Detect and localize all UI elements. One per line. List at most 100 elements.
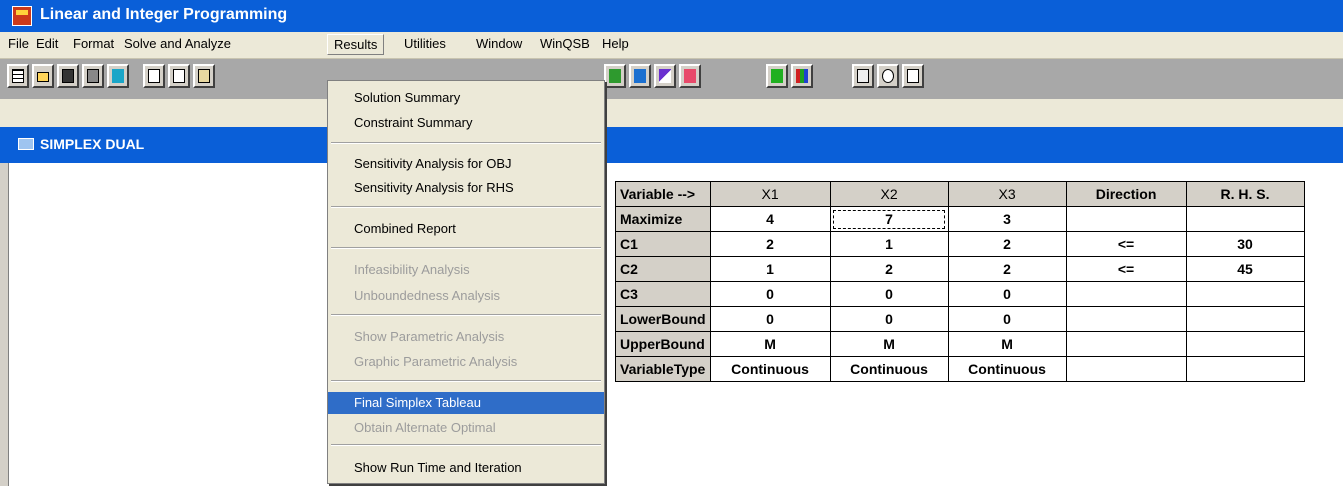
cell[interactable]: 0: [947, 306, 1067, 332]
row-label: VariableType: [615, 356, 711, 382]
window-titlebar: Linear and Integer Programming: [0, 0, 1343, 32]
subwindow-titlebar: SIMPLEX DUAL: [0, 127, 1343, 163]
cell[interactable]: 2: [829, 256, 949, 282]
menu-item-sensitivity-rhs[interactable]: Sensitivity Analysis for RHS: [328, 177, 604, 199]
menubar: File Edit Format Solve and Analyze Resul…: [0, 32, 1343, 59]
menu-winqsb[interactable]: WinQSB: [540, 36, 590, 51]
menu-window[interactable]: Window: [476, 36, 522, 51]
cell[interactable]: 0: [829, 281, 949, 307]
app-icon: [12, 6, 32, 26]
menu-item-unboundedness-analysis[interactable]: Unboundedness Analysis: [328, 285, 604, 307]
cell[interactable]: [1185, 206, 1305, 232]
cell[interactable]: 1: [709, 256, 831, 282]
cell[interactable]: 0: [709, 281, 831, 307]
bar-icon[interactable]: [629, 64, 651, 88]
menu-item-obtain-alternate-optimal[interactable]: Obtain Alternate Optimal: [328, 417, 604, 439]
menu-item-solution-summary[interactable]: Solution Summary: [328, 87, 604, 109]
cell[interactable]: [1065, 306, 1187, 332]
cell[interactable]: 45: [1185, 256, 1305, 282]
cell[interactable]: [1065, 356, 1187, 382]
range-icon[interactable]: [679, 64, 701, 88]
header-rhs: R. H. S.: [1185, 181, 1305, 207]
menu-separator: [331, 206, 601, 208]
menu-separator: [331, 314, 601, 316]
row-label: Maximize: [615, 206, 711, 232]
cell[interactable]: Continuous: [947, 356, 1067, 382]
cell[interactable]: <=: [1065, 256, 1187, 282]
bars-icon[interactable]: [766, 64, 788, 88]
cell[interactable]: M: [829, 331, 949, 357]
cell[interactable]: <=: [1065, 231, 1187, 257]
header-x1: X1: [709, 181, 831, 207]
row-label: C1: [615, 231, 711, 257]
cut-icon[interactable]: [143, 64, 165, 88]
cell[interactable]: 3: [947, 206, 1067, 232]
paste-icon[interactable]: [193, 64, 215, 88]
subwindow-left-border: [0, 163, 9, 486]
window-title: Linear and Integer Programming: [40, 6, 288, 23]
menu-item-infeasibility-analysis[interactable]: Infeasibility Analysis: [328, 259, 604, 281]
cell[interactable]: [1065, 331, 1187, 357]
cell[interactable]: 30: [1185, 231, 1305, 257]
print-icon[interactable]: [82, 64, 104, 88]
menu-file[interactable]: File: [8, 36, 29, 51]
clock-icon[interactable]: [877, 64, 899, 88]
row-label: C3: [615, 281, 711, 307]
cell[interactable]: Continuous: [709, 356, 831, 382]
header-x2: X2: [829, 181, 949, 207]
cell[interactable]: 2: [947, 231, 1067, 257]
cell[interactable]: Continuous: [829, 356, 949, 382]
exit-icon[interactable]: [107, 64, 129, 88]
cell[interactable]: [1185, 331, 1305, 357]
cell[interactable]: [1185, 281, 1305, 307]
cell[interactable]: [1065, 206, 1187, 232]
cell[interactable]: 2: [947, 256, 1067, 282]
cell[interactable]: 4: [709, 206, 831, 232]
cell[interactable]: 0: [709, 306, 831, 332]
help-icon[interactable]: [902, 64, 924, 88]
table-row: Maximize 4 7 3: [615, 206, 1305, 232]
histogram-icon[interactable]: [791, 64, 813, 88]
cell[interactable]: 0: [947, 281, 1067, 307]
menu-edit[interactable]: Edit: [36, 36, 58, 51]
menu-separator: [331, 247, 601, 249]
menu-help[interactable]: Help: [602, 36, 629, 51]
copy-icon[interactable]: [168, 64, 190, 88]
menu-utilities[interactable]: Utilities: [404, 36, 446, 51]
model-table: Variable --> X1 X2 X3 Direction R. H. S.…: [615, 181, 1305, 382]
menu-format[interactable]: Format: [73, 36, 114, 51]
menu-item-graphic-parametric-analysis[interactable]: Graphic Parametric Analysis: [328, 351, 604, 373]
menu-solve-and-analyze[interactable]: Solve and Analyze: [124, 36, 231, 51]
cell[interactable]: 0: [829, 306, 949, 332]
subwindow-icon: [18, 138, 34, 150]
save-icon[interactable]: [57, 64, 79, 88]
cell[interactable]: [1065, 281, 1187, 307]
open-icon[interactable]: [32, 64, 54, 88]
cell[interactable]: [1185, 356, 1305, 382]
cell[interactable]: M: [709, 331, 831, 357]
solve-icon[interactable]: [604, 64, 626, 88]
row-label: C2: [615, 256, 711, 282]
menu-item-sensitivity-obj[interactable]: Sensitivity Analysis for OBJ: [328, 153, 604, 175]
table-row: UpperBound M M M: [615, 331, 1305, 357]
header-direction: Direction: [1065, 181, 1187, 207]
cell-focused[interactable]: 7: [829, 206, 949, 232]
calculator-icon[interactable]: [852, 64, 874, 88]
menu-item-show-parametric-analysis[interactable]: Show Parametric Analysis: [328, 326, 604, 348]
cell[interactable]: 1: [829, 231, 949, 257]
subwindow-title: SIMPLEX DUAL: [40, 136, 145, 152]
menu-item-show-run-time[interactable]: Show Run Time and Iteration: [328, 457, 604, 479]
header-x3: X3: [947, 181, 1067, 207]
table-header-row: Variable --> X1 X2 X3 Direction R. H. S.: [615, 181, 1305, 207]
table-row: C3 0 0 0: [615, 281, 1305, 307]
slope-icon[interactable]: [654, 64, 676, 88]
menu-item-constraint-summary[interactable]: Constraint Summary: [328, 112, 604, 134]
cell[interactable]: [1185, 306, 1305, 332]
menu-item-combined-report[interactable]: Combined Report: [328, 218, 604, 240]
row-label: UpperBound: [615, 331, 711, 357]
cell[interactable]: M: [947, 331, 1067, 357]
cell[interactable]: 2: [709, 231, 831, 257]
new-icon[interactable]: [7, 64, 29, 88]
menu-results[interactable]: Results: [327, 34, 385, 55]
menu-item-final-simplex-tableau[interactable]: Final Simplex Tableau: [328, 392, 604, 414]
